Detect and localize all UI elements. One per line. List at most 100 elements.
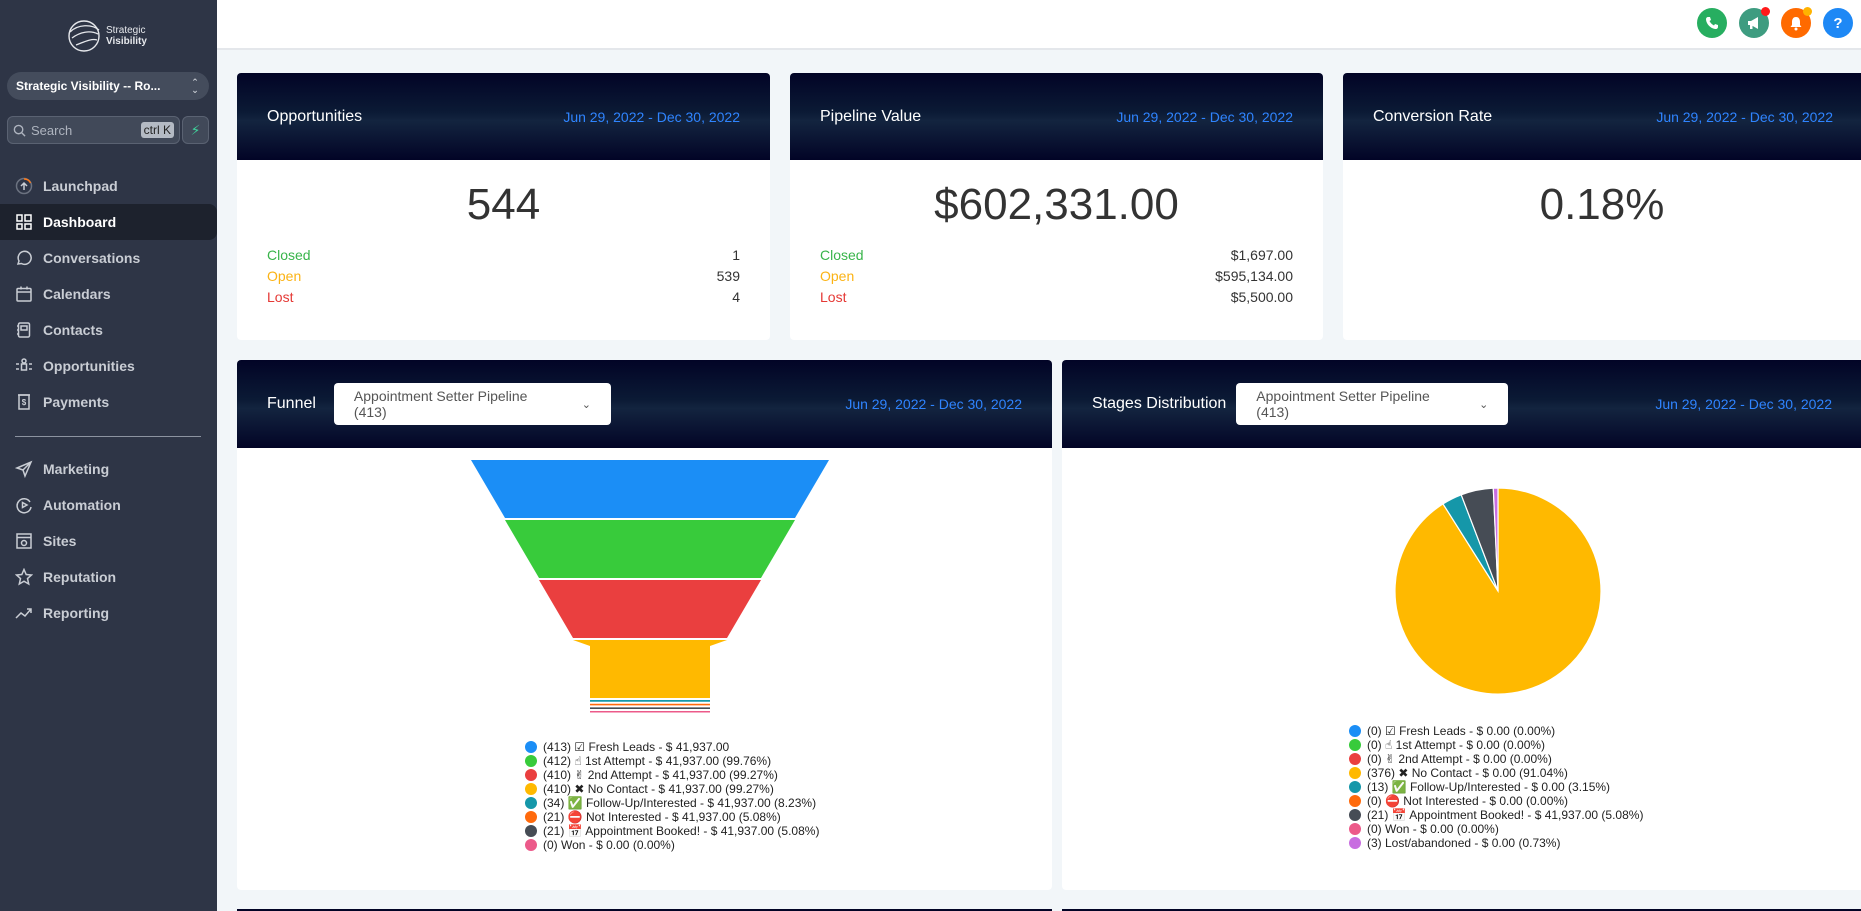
sidebar-item-calendars[interactable]: Calendars <box>0 276 217 312</box>
sidebar-item-contacts[interactable]: Contacts <box>0 312 217 348</box>
legend-color-dot <box>525 839 537 851</box>
nav-label: Contacts <box>43 322 103 338</box>
dashboard-icon <box>16 214 32 230</box>
legend-color-dot <box>1349 725 1361 737</box>
brand-logo[interactable]: Strategic Visibility <box>66 16 156 56</box>
stages-legend-item[interactable]: (0) ☝ 1st Attempt - $ 0.00 (0.00%) <box>1349 738 1643 752</box>
stages-legend-item[interactable]: (0) ⛔ Not Interested - $ 0.00 (0.00%) <box>1349 794 1643 808</box>
payments-icon: $ <box>18 394 30 410</box>
funnel-legend-item[interactable]: (413) ☑ Fresh Leads - $ 41,937.00 <box>525 740 819 754</box>
legend-color-dot <box>1349 767 1361 779</box>
nav-label: Dashboard <box>43 214 117 230</box>
quick-action-button[interactable]: ⚡ <box>182 116 209 144</box>
funnel-legend-item[interactable]: (0) Won - $ 0.00 (0.00%) <box>525 838 819 852</box>
stages-legend-item[interactable]: (0) ☑ Fresh Leads - $ 0.00 (0.00%) <box>1349 724 1643 738</box>
automation-icon <box>16 498 32 514</box>
legend-color-dot <box>1349 781 1361 793</box>
brand-line1: Strategic <box>106 25 146 36</box>
card-header: Conversion Rate Jun 29, 2022 - Dec 30, 2… <box>1343 73 1861 160</box>
pipeline-total: $602,331.00 <box>934 180 1179 229</box>
date-range[interactable]: Jun 29, 2022 - Dec 30, 2022 <box>1655 396 1832 412</box>
legend-label: (34) ✅ Follow-Up/Interested - $ 41,937.0… <box>543 796 817 810</box>
account-switcher[interactable]: Strategic Visibility -- Ro... ⌃ ⌄ <box>7 72 209 100</box>
stages-legend-item[interactable]: (0) ✌ 2nd Attempt - $ 0.00 (0.00%) <box>1349 752 1643 766</box>
notifications-button[interactable] <box>1781 7 1812 38</box>
stages-distribution-panel: Stages Distribution Appointment Setter P… <box>1062 360 1861 890</box>
legend-label: (3) Lost/abandoned - $ 0.00 (0.73%) <box>1367 836 1561 850</box>
nav-label: Sites <box>43 533 77 549</box>
opportunities-total: 544 <box>466 180 541 229</box>
legend-color-dot <box>525 783 537 795</box>
funnel-stage-fresh-leads[interactable] <box>471 460 829 518</box>
funnel-stage-2nd-attempt[interactable] <box>539 580 761 638</box>
funnel-stage-won[interactable] <box>590 711 710 713</box>
funnel-panel: Funnel Appointment Setter Pipeline (413)… <box>237 360 1052 890</box>
stages-legend-item[interactable]: (3) Lost/abandoned - $ 0.00 (0.73%) <box>1349 836 1643 850</box>
date-range[interactable]: Jun 29, 2022 - Dec 30, 2022 <box>1116 109 1293 125</box>
funnel-legend-item[interactable]: (410) ✖ No Contact - $ 41,937.00 (99.27%… <box>525 782 819 796</box>
legend-label: (21) 📅 Appointment Booked! - $ 41,937.00… <box>543 824 820 838</box>
brand-line2: Visibility <box>106 36 147 47</box>
funnel-stage-not-interested[interactable] <box>590 703 710 706</box>
funnel-chart <box>471 460 829 713</box>
status-breakdown: Closed $1,697.00 Open $595,134.00 Lost $5,5… <box>820 244 1293 307</box>
pipeline-select[interactable]: Appointment Setter Pipeline (413) ⌄ <box>333 383 611 425</box>
sidebar-item-opportunities[interactable]: Opportunities <box>0 348 217 384</box>
nav-label: Reputation <box>43 569 117 585</box>
sidebar-item-automation[interactable]: Automation <box>0 487 217 523</box>
legend-label: (412) ☝ 1st Attempt - $ 41,937.00 (99.76… <box>543 754 772 768</box>
funnel-legend-item[interactable]: (21) 📅 Appointment Booked! - $ 41,937.00… <box>525 824 819 838</box>
funnel-legend-item[interactable]: (412) ☝ 1st Attempt - $ 41,937.00 (99.76… <box>525 754 819 768</box>
star-icon <box>15 568 33 586</box>
stages-legend-item[interactable]: (376) ✖ No Contact - $ 0.00 (91.04%) <box>1349 766 1643 780</box>
date-range[interactable]: Jun 29, 2022 - Dec 30, 2022 <box>1656 109 1833 125</box>
legend-color-dot <box>1349 753 1361 765</box>
launchpad-icon <box>15 177 33 195</box>
phone-button[interactable] <box>1697 8 1727 38</box>
stages-legend-item[interactable]: (21) 📅 Appointment Booked! - $ 41,937.00… <box>1349 808 1643 822</box>
lightning-icon: ⚡ <box>190 121 201 138</box>
stages-legend-item[interactable]: (13) ✅ Follow-Up/Interested - $ 0.00 (3.… <box>1349 780 1643 794</box>
funnel-stage-no-contact[interactable] <box>573 640 727 698</box>
stages-pie-chart <box>1394 487 1602 695</box>
open-row: Open 539 <box>267 265 740 286</box>
sidebar-item-dashboard[interactable]: Dashboard <box>0 204 217 240</box>
up-down-chevron-icon: ⌃ ⌄ <box>191 77 199 95</box>
chevron-down-icon: ⌄ <box>581 398 591 411</box>
announcements-button[interactable] <box>1739 7 1770 38</box>
legend-color-dot <box>1349 837 1361 849</box>
funnel-stage-follow-up-interested[interactable] <box>590 700 710 702</box>
sites-icon <box>16 533 32 549</box>
pipeline-select-value: Appointment Setter Pipeline (413) <box>353 388 528 420</box>
funnel-stage-appointment-booked[interactable] <box>590 707 710 710</box>
legend-label: (21) 📅 Appointment Booked! - $ 41,937.00… <box>1367 808 1644 822</box>
sidebar-item-conversations[interactable]: Conversations <box>0 240 217 276</box>
pipeline-select[interactable]: Appointment Setter Pipeline (413) ⌄ <box>1236 383 1509 425</box>
sidebar-item-marketing[interactable]: Marketing <box>0 451 217 487</box>
legend-label: (0) Won - $ 0.00 (0.00%) <box>543 838 675 852</box>
sidebar-item-reporting[interactable]: Reporting <box>0 595 217 631</box>
sidebar-item-payments[interactable]: $ Payments <box>0 384 217 420</box>
legend-label: (0) ☝ 1st Attempt - $ 0.00 (0.00%) <box>1367 738 1546 752</box>
sidebar-item-sites[interactable]: Sites <box>0 523 217 559</box>
sidebar-item-reputation[interactable]: Reputation <box>0 559 217 595</box>
funnel-legend-item[interactable]: (34) ✅ Follow-Up/Interested - $ 41,937.0… <box>525 796 819 810</box>
conversion-rate-value: 0.18% <box>1539 180 1665 229</box>
funnel-stage-1st-attempt[interactable] <box>505 520 795 578</box>
search-input[interactable]: Search ctrl K <box>7 116 180 144</box>
sidebar-item-launchpad[interactable]: Launchpad <box>0 168 217 204</box>
open-value: 539 <box>716 267 740 284</box>
notification-dot <box>1803 7 1812 16</box>
funnel-legend-item[interactable]: (410) ✌ 2nd Attempt - $ 41,937.00 (99.27… <box>525 768 819 782</box>
date-range[interactable]: Jun 29, 2022 - Dec 30, 2022 <box>563 109 740 125</box>
legend-label: (413) ☑ Fresh Leads - $ 41,937.00 <box>543 740 730 754</box>
opportunities-card: Opportunities Jun 29, 2022 - Dec 30, 202… <box>237 73 770 340</box>
send-icon <box>15 460 33 478</box>
search-placeholder: Search <box>31 122 73 138</box>
help-button[interactable]: ? <box>1823 8 1853 38</box>
stages-legend-item[interactable]: (0) Won - $ 0.00 (0.00%) <box>1349 822 1643 836</box>
date-range[interactable]: Jun 29, 2022 - Dec 30, 2022 <box>845 396 1022 412</box>
stages-legend: (0) ☑ Fresh Leads - $ 0.00 (0.00%) (0) ☝ … <box>1349 724 1643 850</box>
nav-label: Reporting <box>43 605 110 621</box>
funnel-legend-item[interactable]: (21) ⛔ Not Interested - $ 41,937.00 (5.0… <box>525 810 819 824</box>
